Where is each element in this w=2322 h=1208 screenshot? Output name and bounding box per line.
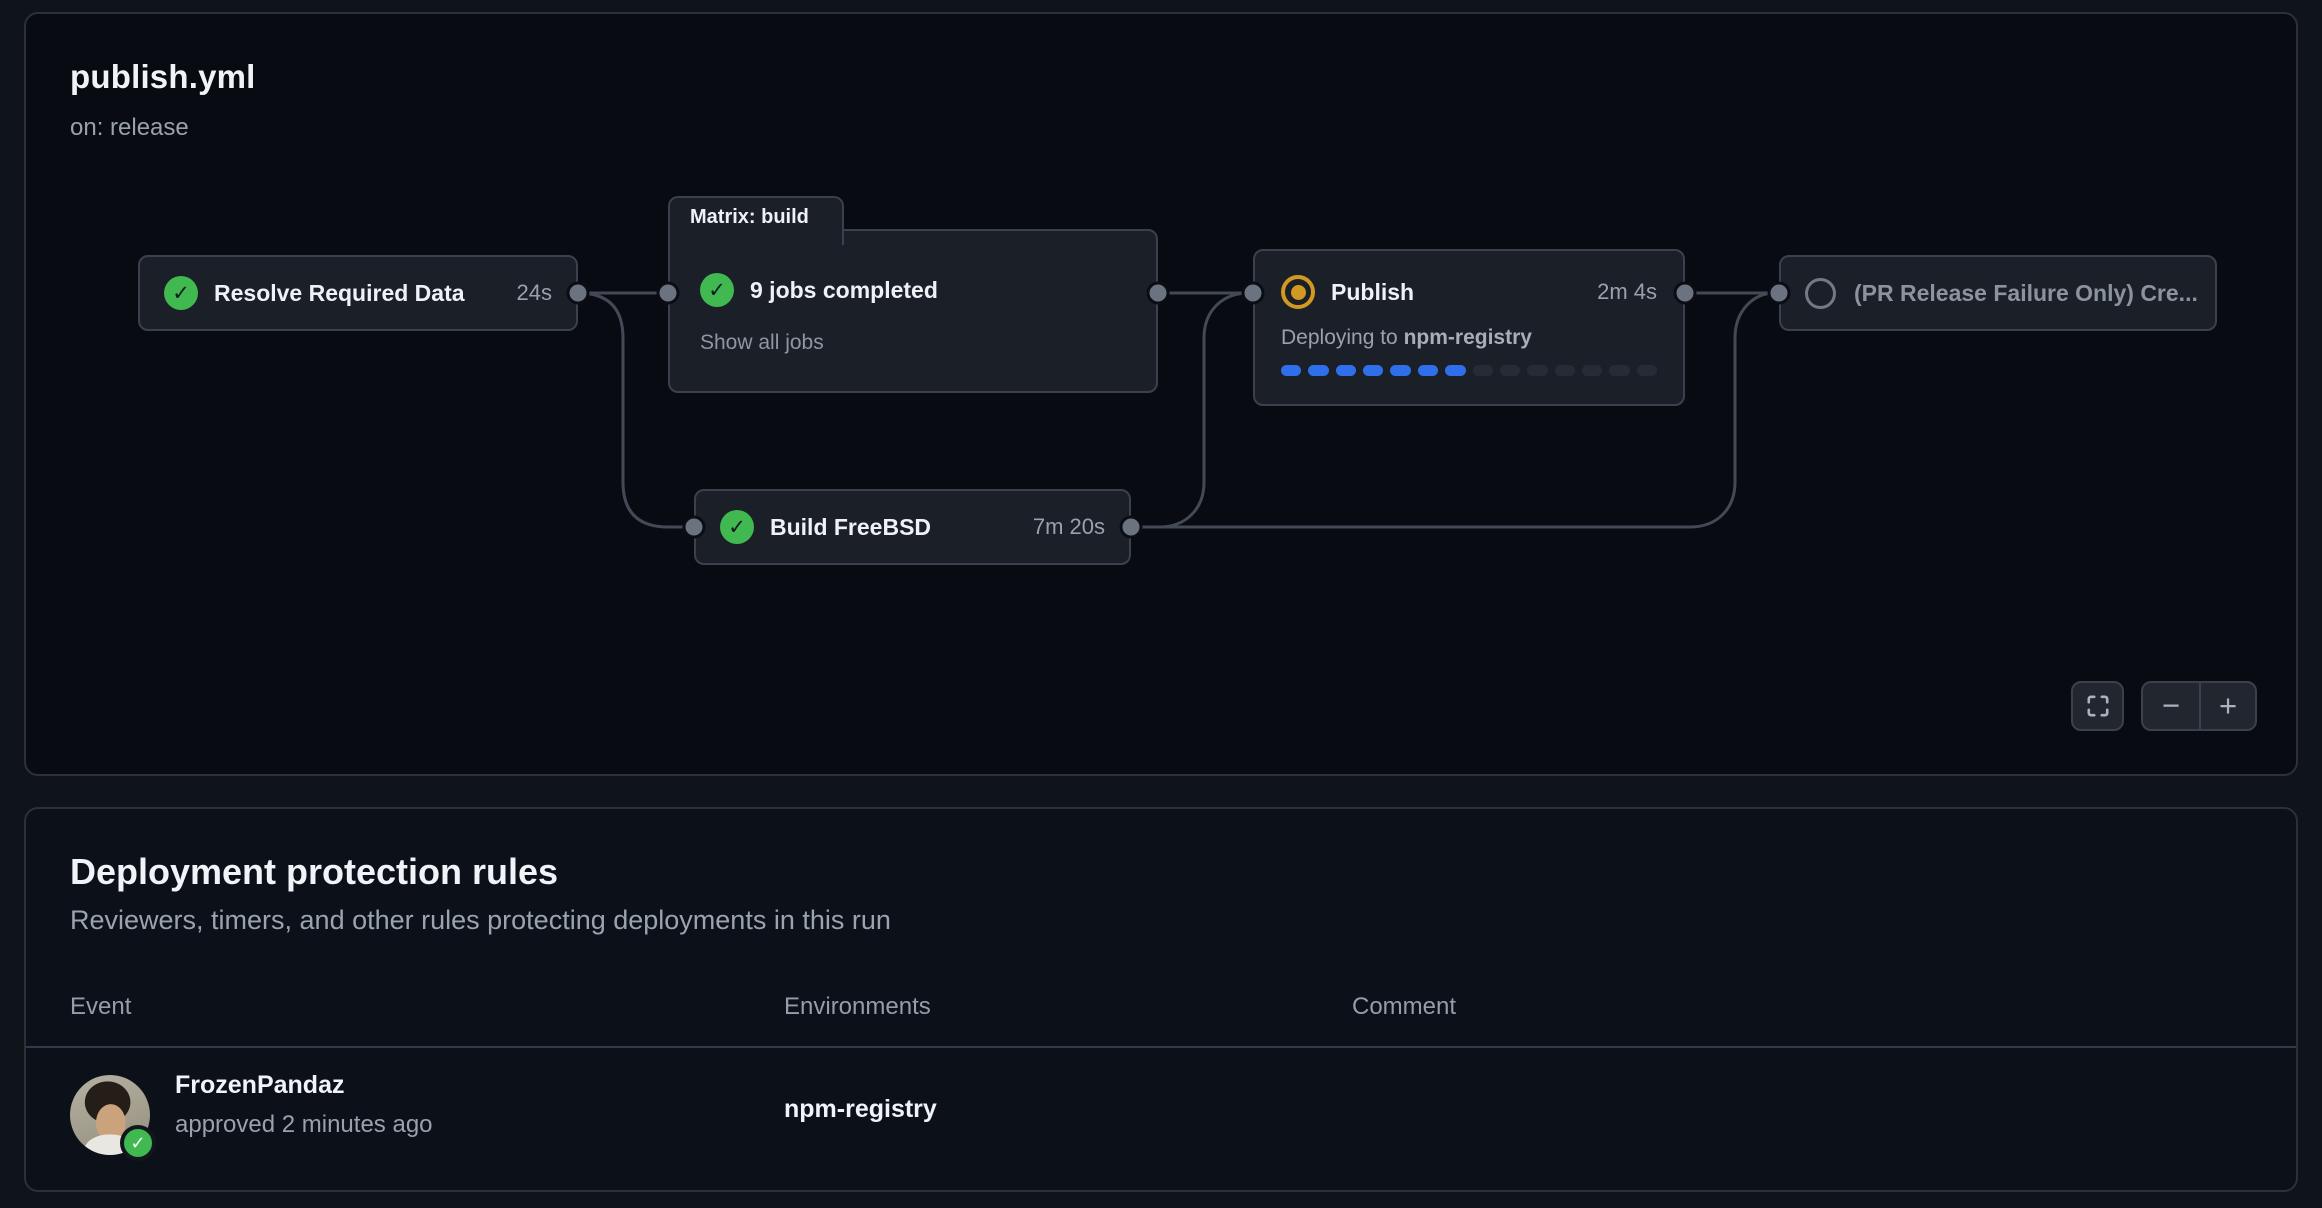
job-node-matrix-build[interactable]: ✓ 9 jobs completed Show all jobs [668,229,1158,393]
matrix-summary-row: ✓ 9 jobs completed [700,273,1126,307]
job-duration: 2m 4s [1573,279,1657,305]
workflow-title: publish.yml [70,58,256,96]
job-label: Resolve Required Data [214,280,465,307]
approver-username: FrozenPandaz [175,1071,344,1100]
job-node-resolve-required-data[interactable]: ✓ Resolve Required Data 24s [138,255,578,331]
deploy-prefix: Deploying to [1281,326,1404,349]
progress-segment [1555,365,1575,376]
job-duration: 24s [493,280,552,306]
job-label: Build FreeBSD [770,514,931,541]
rules-subtitle: Reviewers, timers, and other rules prote… [70,905,891,936]
deploy-status-line: Deploying to npm-registry [1281,326,1657,350]
progress-segment [1473,365,1493,376]
fullscreen-icon [2085,693,2111,719]
progress-segment [1637,365,1657,376]
progress-segment [1609,365,1629,376]
progress-segment [1336,365,1356,376]
progress-segment [1308,365,1328,376]
show-all-jobs-link[interactable]: Show all jobs [700,331,824,355]
environment-name: npm-registry [784,1095,937,1124]
avatar: ✓ [70,1075,150,1155]
graph-edges-layer [26,14,2296,774]
matrix-group-tab: Matrix: build [668,196,844,245]
progress-segment [1390,365,1410,376]
pending-circle-icon [1805,278,1836,309]
fullscreen-button[interactable] [2071,681,2124,731]
graph-controls: − + [2071,681,2257,731]
job-label: (PR Release Failure Only) Cre... [1854,280,2198,307]
success-check-icon: ✓ [700,273,734,307]
progress-segment [1582,365,1602,376]
job-node-build-freebsd[interactable]: ✓ Build FreeBSD 7m 20s [694,489,1131,565]
in-progress-icon [1281,275,1315,309]
workflow-trigger: on: release [70,114,189,142]
zoom-out-button[interactable]: − [2143,683,2199,729]
zoom-in-button[interactable]: + [2199,683,2255,729]
matrix-summary: 9 jobs completed [750,277,938,304]
progress-segment [1281,365,1301,376]
workflow-graph-panel: publish.yml on: release ✓ Resolve Requir… [24,12,2298,776]
rules-title: Deployment protection rules [70,851,558,893]
column-header-event: Event [70,993,131,1021]
table-header-divider [26,1046,2296,1048]
progress-segment [1418,365,1438,376]
job-duration: 7m 20s [1009,514,1105,540]
deploy-target: npm-registry [1404,326,1532,349]
progress-segment [1363,365,1383,376]
job-label: Publish [1331,279,1414,306]
job-node-pr-release-failure[interactable]: (PR Release Failure Only) Cre... [1779,255,2217,331]
progress-segment [1445,365,1465,376]
deploy-progress-bar [1281,365,1657,376]
column-header-comment: Comment [1352,993,1456,1021]
success-check-icon: ✓ [164,276,198,310]
approved-badge-icon: ✓ [120,1125,156,1161]
publish-title-row: Publish 2m 4s [1281,275,1657,309]
job-node-publish[interactable]: Publish 2m 4s Deploying to npm-registry [1253,249,1685,406]
zoom-button-group: − + [2141,681,2257,731]
success-check-icon: ✓ [720,510,754,544]
progress-segment [1500,365,1520,376]
column-header-environments: Environments [784,993,931,1021]
approval-event-text: approved 2 minutes ago [175,1111,433,1139]
deployment-protection-rules-panel: Deployment protection rules Reviewers, t… [24,807,2298,1192]
progress-segment [1527,365,1547,376]
